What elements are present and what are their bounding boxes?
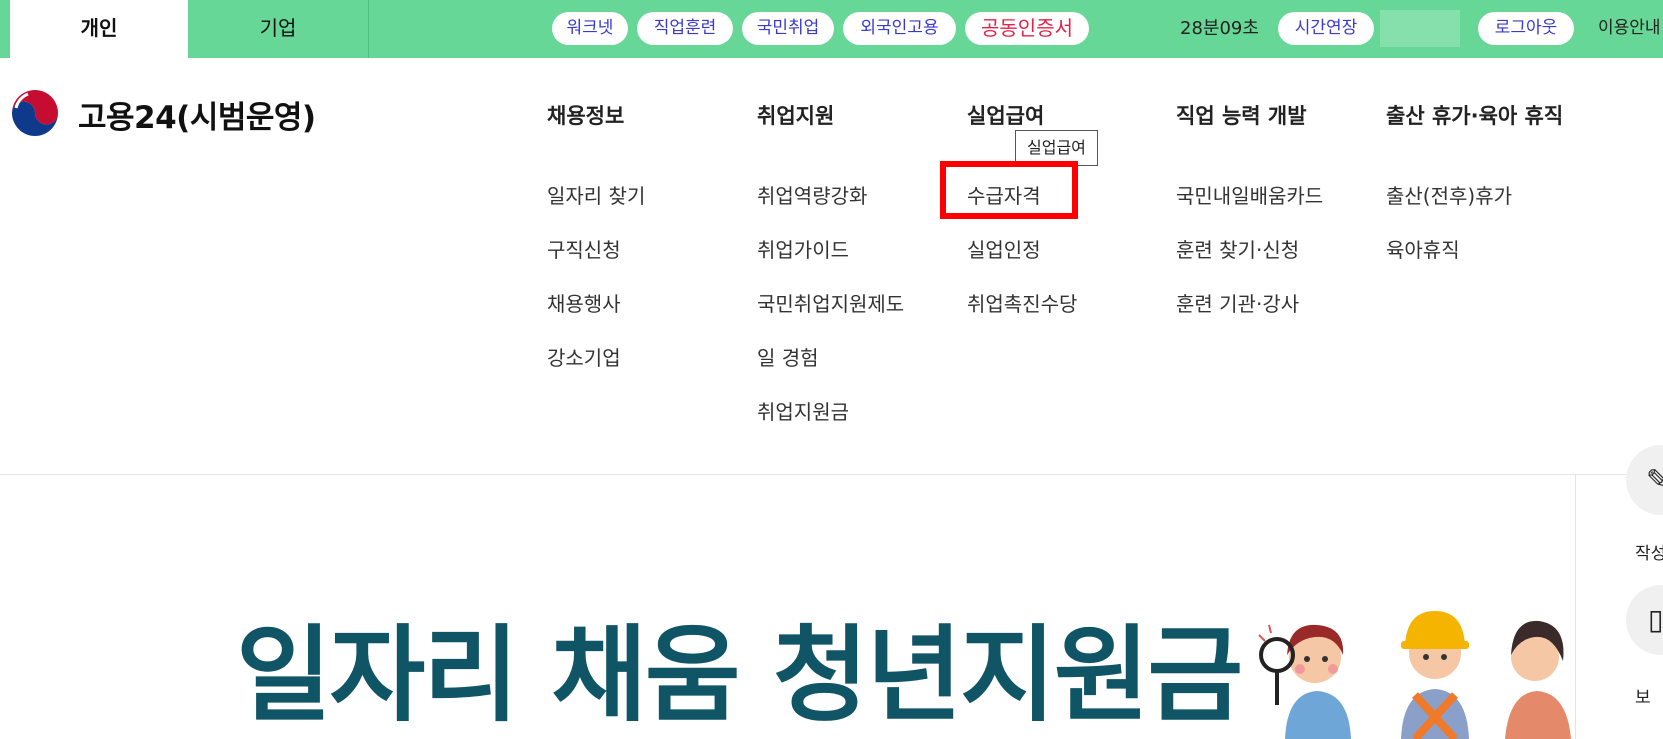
top-utility-bar: 개인 기업 워크넷 직업훈련 국민취업 외국인고용 공동인증서 28분09초 시… [0,0,1663,58]
tab-personal[interactable]: 개인 [10,0,188,58]
menu-item-national-employment-program[interactable]: 국민취업지원제도 [757,288,904,317]
pencil-icon: ✎ [1646,463,1663,496]
menu-item-work-experience[interactable]: 일 경험 [757,342,819,371]
menu-item-training-institution[interactable]: 훈련 기관·강사 [1176,288,1299,317]
menu-divider [0,474,1663,475]
site-logo[interactable]: 고용24(시범운영) [10,88,340,140]
menu-item-training-search[interactable]: 훈련 찾기·신청 [1176,234,1299,263]
write-button[interactable]: ✎ [1626,445,1663,515]
menu-head-parental-leave[interactable]: 출산 휴가·육아 휴직 [1386,100,1563,130]
government-emblem-icon [11,89,59,137]
menu-item-job-fair[interactable]: 채용행사 [547,288,621,317]
national-employment-link[interactable]: 국민취업 [742,12,834,45]
banner-title: 일자리 채움 청년지원금 [236,614,1243,736]
job-training-link[interactable]: 직업훈련 [637,12,733,45]
menu-head-recruitment[interactable]: 채용정보 [547,100,624,130]
view-button[interactable]: ▯ [1626,585,1663,655]
selection-highlight-box [940,161,1078,219]
menu-head-vocational-training[interactable]: 직업 능력 개발 [1176,100,1307,130]
menu-item-employment-guide[interactable]: 취업가이드 [757,234,849,263]
foreign-employment-link[interactable]: 외국인고용 [843,12,956,45]
menu-item-capacity-building[interactable]: 취업역량강화 [757,180,867,209]
menu-item-unemployment-recognition[interactable]: 실업인정 [967,234,1041,263]
document-icon: ▯ [1648,603,1663,636]
menu-head-employment-support[interactable]: 취업지원 [757,100,834,130]
site-name: 고용24(시범운영) [78,100,316,136]
quick-sidebar: ✎ 작성 ▯ 보 [1575,445,1663,739]
menu-head-unemployment-benefit[interactable]: 실업급여 [967,100,1044,130]
worknet-link[interactable]: 워크넷 [552,12,628,45]
session-timer: 28분09초 [1180,18,1259,39]
menu-item-parental-leave[interactable]: 육아휴직 [1386,234,1460,263]
extend-time-button[interactable]: 시간연장 [1278,12,1374,45]
menu-item-maternity-leave[interactable]: 출산(전후)휴가 [1386,180,1512,209]
certificate-link[interactable]: 공동인증서 [965,12,1089,45]
tab-divider [368,0,369,58]
redacted-username [1380,10,1460,47]
menu-item-learning-card[interactable]: 국민내일배움카드 [1176,180,1323,209]
menu-item-job-search[interactable]: 일자리 찾기 [547,180,645,209]
banner-illustration [1258,611,1571,739]
logout-button[interactable]: 로그아웃 [1478,12,1574,45]
menu-item-strong-small-business[interactable]: 강소기업 [547,342,621,371]
menu-item-employment-subsidy[interactable]: 취업지원금 [757,396,849,425]
menu-item-reemployment-allowance[interactable]: 취업촉진수당 [967,288,1077,317]
usage-guide-link[interactable]: 이용안내 [1598,12,1661,45]
menu-item-job-application[interactable]: 구직신청 [547,234,621,263]
sidebar-label-write: 작성 [1635,544,1663,564]
sidebar-label-view: 보 [1635,688,1651,708]
tab-business[interactable]: 기업 [188,0,368,58]
